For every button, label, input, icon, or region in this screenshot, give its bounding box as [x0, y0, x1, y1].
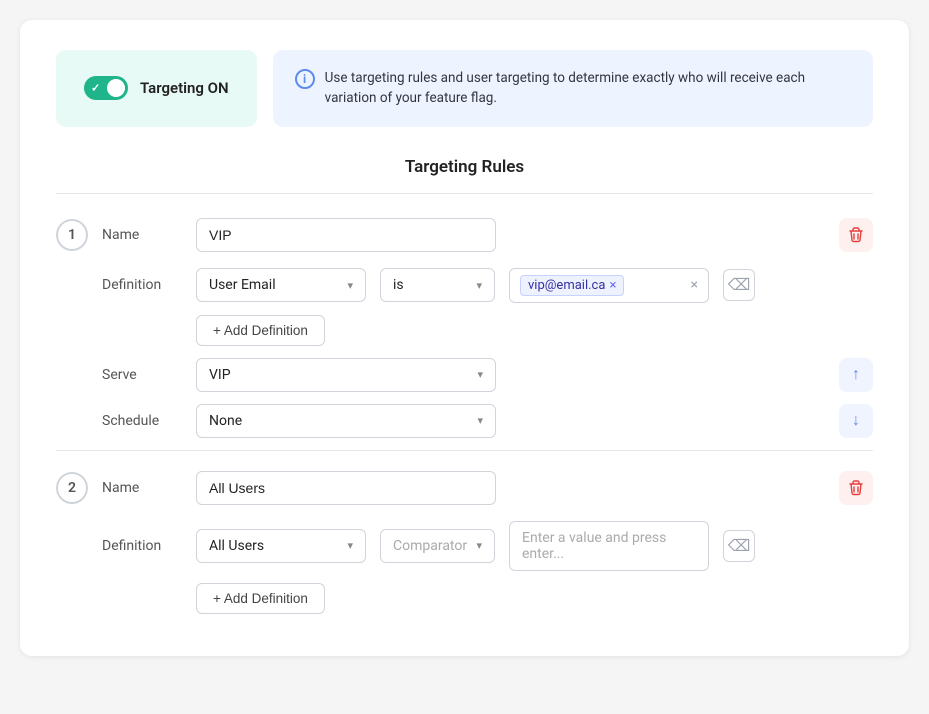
- rule-1-add-definition-button[interactable]: + Add Definition: [196, 315, 325, 346]
- rule-2-backspace-button[interactable]: ⌫: [723, 530, 755, 562]
- rule-1-number: 1: [56, 219, 88, 251]
- toggle-box: ✓ Targeting ON: [56, 50, 257, 127]
- section-title: Targeting Rules: [56, 157, 873, 194]
- rule-1-right-actions: [839, 218, 873, 252]
- rule-2-delete-button[interactable]: [839, 471, 873, 505]
- rule-1-tag-input[interactable]: vip@email.ca × ×: [509, 268, 709, 303]
- rule-1-comparator-value: is: [393, 277, 404, 293]
- rule-2-comparator-select[interactable]: Comparator ▾: [380, 529, 495, 563]
- rule-1-delete-button[interactable]: [839, 218, 873, 252]
- rule-1-move-up-button[interactable]: ↑: [839, 358, 873, 392]
- rule-2-definition-value: All Users: [209, 538, 264, 554]
- rule-block-2: 2 Name Definition All Users ▾ Comparator…: [56, 450, 873, 614]
- toggle-check-icon: ✓: [91, 82, 100, 95]
- rule-1-serve-value: VIP: [209, 367, 231, 383]
- rule-1-tag-remove-button[interactable]: ×: [609, 279, 616, 292]
- info-text: Use targeting rules and user targeting t…: [325, 68, 851, 109]
- delete-icon-2: [848, 480, 864, 496]
- rule-2-def-chevron-icon: ▾: [347, 539, 353, 552]
- info-box: i Use targeting rules and user targeting…: [273, 50, 873, 127]
- rule-2-add-def-row: + Add Definition: [56, 583, 873, 614]
- delete-icon: [848, 227, 864, 243]
- rule-2-comp-chevron-icon: ▾: [476, 539, 482, 552]
- rule-1-name-input[interactable]: [196, 218, 496, 252]
- rule-1-serve-row: Serve VIP ▾ ↑: [56, 358, 873, 392]
- rule-1-serve-select[interactable]: VIP ▾: [196, 358, 496, 392]
- rule-2-definition-row: Definition All Users ▾ Comparator ▾ Ente…: [56, 521, 873, 571]
- toggle-label: Targeting ON: [140, 79, 229, 97]
- rule-1-tag-value: vip@email.ca: [528, 278, 605, 293]
- rule-1-serve-label: Serve: [102, 367, 182, 383]
- rule-1-schedule-label: Schedule: [102, 413, 182, 429]
- rule-block-1: 1 Name Definition User Email ▾ is ▾: [56, 218, 873, 438]
- rule-2-name-input[interactable]: [196, 471, 496, 505]
- rule-2-placeholder-text: Enter a value and press enter...: [522, 530, 666, 562]
- targeting-toggle[interactable]: ✓: [84, 76, 128, 100]
- rule-2-name-label: Name: [102, 480, 182, 496]
- rule-1-tag: vip@email.ca ×: [520, 275, 624, 296]
- rule-1-comp-chevron-icon: ▾: [476, 279, 482, 292]
- rule-1-name-row: 1 Name: [56, 218, 873, 252]
- rule-1-schedule-row: Schedule None ▾ ↓: [56, 404, 873, 438]
- rule-1-definition-value: User Email: [209, 277, 276, 293]
- down-arrow-icon: ↓: [852, 412, 860, 430]
- rule-1-add-def-row: + Add Definition: [56, 315, 873, 346]
- up-arrow-icon: ↑: [852, 366, 860, 384]
- rule-1-tag-clear-button[interactable]: ×: [691, 277, 698, 293]
- rule-1-definition-row: Definition User Email ▾ is ▾ vip@email.c…: [56, 268, 873, 303]
- rule-1-backspace-button[interactable]: ⌫: [723, 269, 755, 301]
- rule-2-value-input[interactable]: Enter a value and press enter...: [509, 521, 709, 571]
- rule-1-name-label: Name: [102, 227, 182, 243]
- rule-2-definition-select[interactable]: All Users ▾: [196, 529, 366, 563]
- rule-1-def-label: Definition: [102, 277, 182, 293]
- rule-1-schedule-select[interactable]: None ▾: [196, 404, 496, 438]
- main-card: ✓ Targeting ON i Use targeting rules and…: [20, 20, 909, 656]
- rule-1-schedule-value: None: [209, 413, 242, 429]
- rule-2-def-label: Definition: [102, 538, 182, 554]
- backspace-icon-2: ⌫: [728, 536, 751, 556]
- rule-1-def-chevron-icon: ▾: [347, 279, 353, 292]
- rule-1-definition-select[interactable]: User Email ▾: [196, 268, 366, 302]
- rule-2-number: 2: [56, 472, 88, 504]
- rule-2-comparator-value: Comparator: [393, 538, 467, 554]
- rule-1-comparator-select[interactable]: is ▾: [380, 268, 495, 302]
- rule-2-name-row: 2 Name: [56, 471, 873, 505]
- rule-1-serve-chevron-icon: ▾: [477, 368, 483, 381]
- rule-2-add-definition-button[interactable]: + Add Definition: [196, 583, 325, 614]
- rule-1-sched-chevron-icon: ▾: [477, 414, 483, 427]
- rule-1-move-down-button[interactable]: ↓: [839, 404, 873, 438]
- rule-2-right-actions: [839, 471, 873, 505]
- info-icon: i: [295, 69, 315, 89]
- backspace-icon: ⌫: [728, 275, 751, 295]
- top-section: ✓ Targeting ON i Use targeting rules and…: [56, 50, 873, 127]
